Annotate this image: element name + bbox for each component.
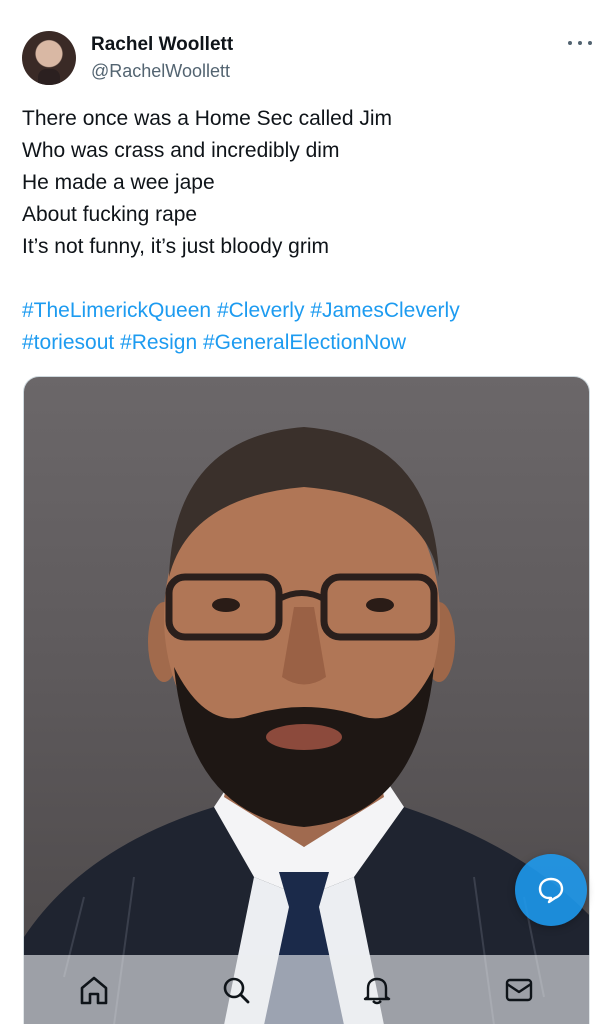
chat-bubble-icon: [538, 877, 564, 904]
hashtag-link[interactable]: #Cleverly: [217, 299, 305, 322]
hashtags: #TheLimerickQueen #Cleverly #JamesClever…: [22, 295, 597, 359]
author-handle[interactable]: @RachelWoollett: [91, 61, 230, 82]
hashtag-link[interactable]: #Resign: [120, 331, 197, 354]
envelope-icon: [505, 978, 533, 1001]
tweet-line: He made a wee jape: [22, 171, 215, 194]
nav-messages[interactable]: [448, 955, 590, 1024]
more-options-icon[interactable]: [568, 35, 592, 51]
tweet-line: Who was crass and incredibly dim: [22, 139, 340, 162]
tweet-line: About fucking rape: [22, 203, 198, 226]
nav-notifications[interactable]: [307, 955, 449, 1024]
portrait-photo: [24, 427, 589, 1024]
nav-home[interactable]: [23, 955, 165, 1024]
bell-icon: [364, 977, 391, 1004]
hashtag-link[interactable]: #GeneralElectionNow: [203, 331, 406, 354]
tweet-line: There once was a Home Sec called Jim: [22, 107, 392, 130]
hashtag-link[interactable]: #TheLimerickQueen: [22, 299, 211, 322]
search-icon: [223, 977, 250, 1003]
hashtag-link[interactable]: #toriesout: [22, 331, 114, 354]
avatar[interactable]: [22, 31, 76, 85]
home-icon: [80, 976, 108, 1004]
tweet-header: Rachel Woollett @RachelWoollett: [22, 31, 592, 87]
hashtag-link[interactable]: #JamesCleverly: [310, 299, 459, 322]
tweet-media-image[interactable]: [23, 376, 590, 1024]
compose-fab[interactable]: [515, 854, 587, 926]
tweet-text: There once was a Home Sec called Jim Who…: [22, 103, 592, 263]
nav-search[interactable]: [165, 955, 307, 1024]
tweet-line: It’s not funny, it’s just bloody grim: [22, 235, 329, 258]
author-display-name[interactable]: Rachel Woollett: [91, 34, 233, 56]
bottom-navigation: [23, 955, 590, 1024]
